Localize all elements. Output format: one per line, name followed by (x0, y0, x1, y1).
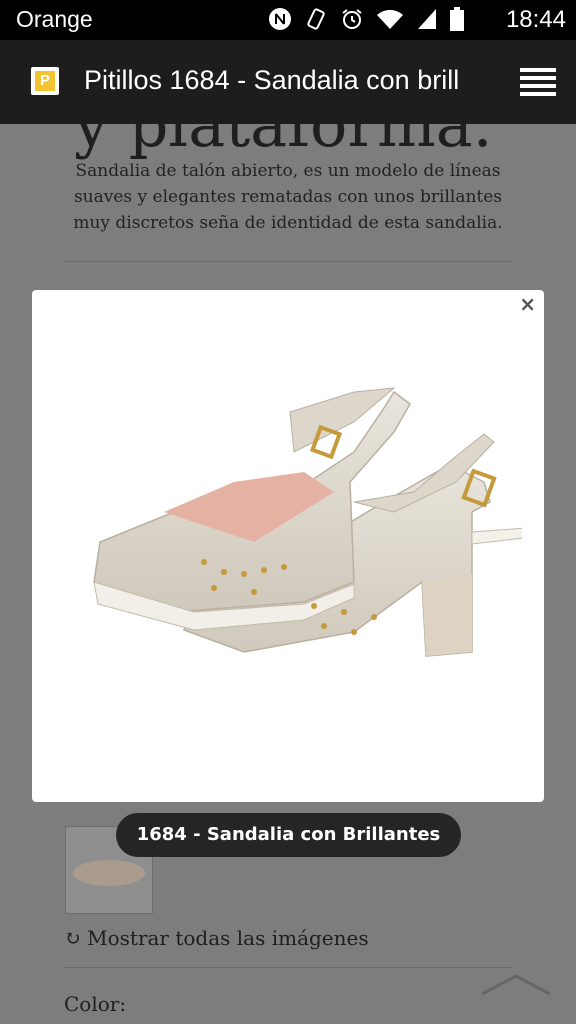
app-bar: P Pitillos 1684 - Sandalia con brill (0, 40, 576, 124)
nfc-icon (268, 7, 292, 31)
image-caption: 1684 - Sandalia con Brillantes (116, 813, 461, 857)
show-all-label: Mostrar todas las imágenes (87, 926, 369, 950)
vibrate-icon (304, 7, 328, 31)
carrier-label: Orange (16, 6, 93, 32)
chevron-up-icon (481, 974, 551, 996)
page-title: Pitillos 1684 - Sandalia con brill (84, 65, 460, 95)
menu-button[interactable] (518, 66, 558, 98)
signal-icon (416, 7, 438, 31)
status-icons (268, 7, 464, 31)
divider (64, 261, 512, 262)
alarm-icon (340, 7, 364, 31)
battery-icon (450, 7, 464, 31)
image-lightbox: × (32, 290, 544, 802)
color-label: Color: (64, 992, 127, 1016)
app-logo: P (31, 67, 59, 95)
refresh-icon: ↻ (64, 926, 81, 950)
menu-icon (520, 68, 556, 96)
scroll-to-top-button[interactable] (480, 972, 552, 998)
product-image (54, 312, 527, 780)
clock: 18:44 (505, 6, 566, 33)
product-heading: y plataforma. (74, 124, 493, 161)
product-description: Sandalia de talón abierto, es un modelo … (73, 161, 503, 233)
divider (64, 967, 512, 968)
show-all-images-link[interactable]: ↻ Mostrar todas las imágenes (64, 926, 369, 950)
wifi-icon (376, 7, 404, 31)
status-bar: Orange 18:44 (0, 0, 576, 40)
